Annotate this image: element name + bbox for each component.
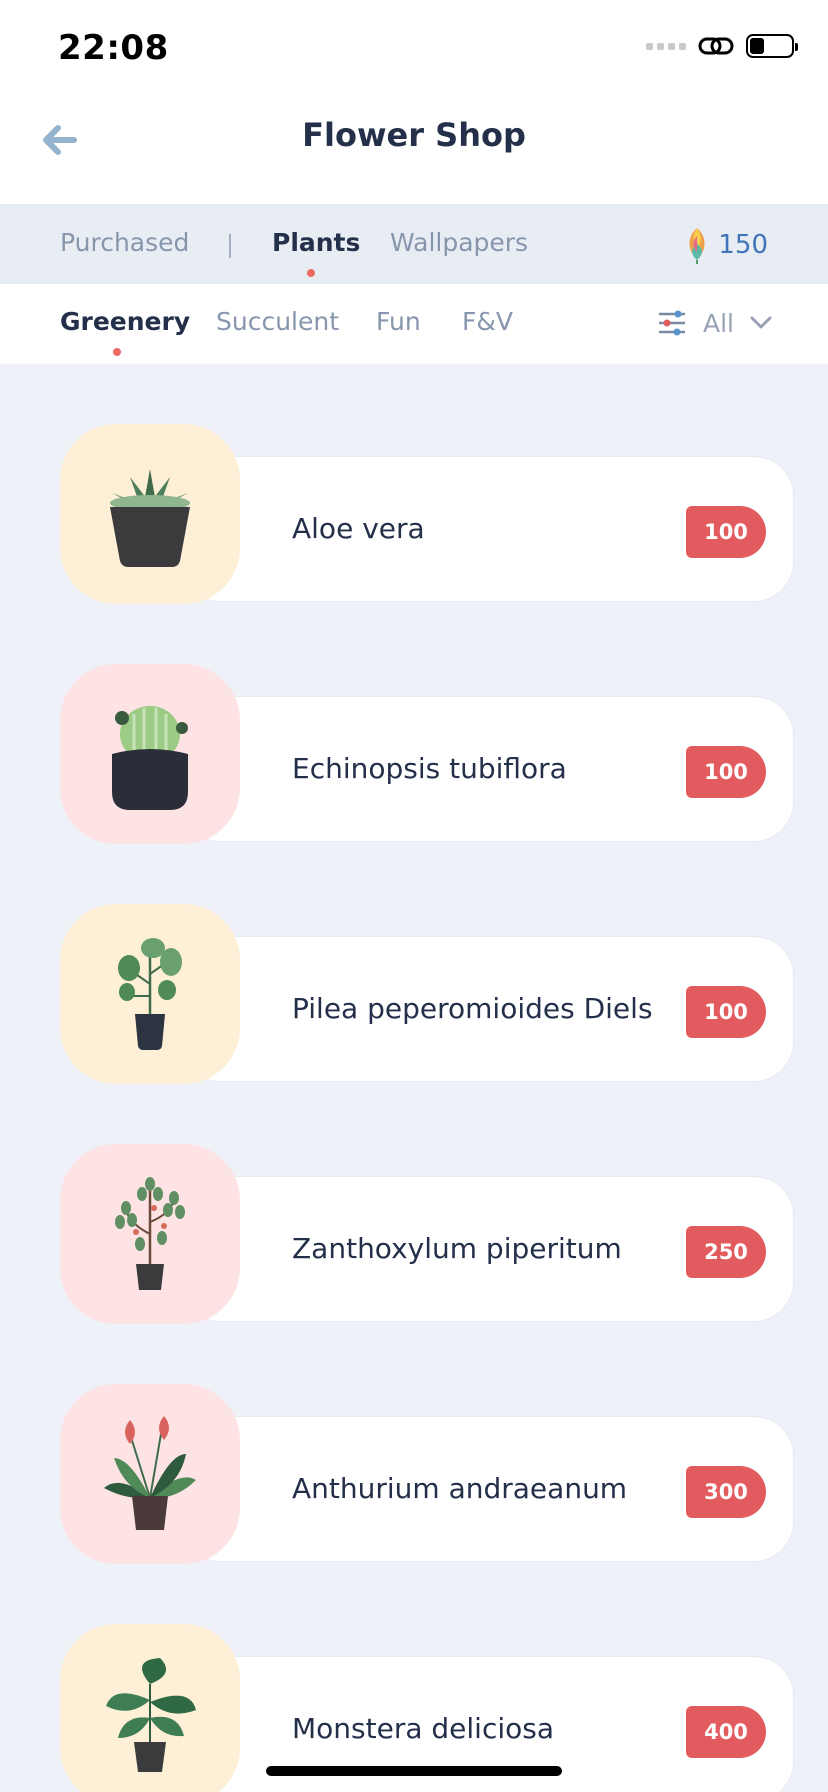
price-badge[interactable]: 100 [686, 506, 766, 558]
tab-purchased[interactable]: Purchased [60, 228, 189, 257]
plant-name: Aloe vera [292, 512, 425, 545]
clock: 22:08 [58, 28, 169, 68]
price-badge[interactable]: 100 [686, 986, 766, 1038]
active-category-indicator [113, 348, 121, 356]
plant-thumbnail [60, 904, 240, 1084]
battery-icon [746, 34, 798, 58]
tab-plants[interactable]: Plants [272, 228, 360, 257]
home-indicator[interactable] [266, 1766, 562, 1776]
plant-card-echinopsis[interactable]: Echinopsis tubiflora 100 [60, 664, 794, 844]
sliders-icon [659, 310, 685, 336]
coin-balance: 150 [684, 226, 768, 264]
link-icon [698, 37, 734, 55]
plant-name: Zanthoxylum piperitum [292, 1232, 622, 1265]
shop-tabs: Purchased Plants Wallpapers 150 [0, 204, 828, 284]
plant-name: Monstera deliciosa [292, 1712, 555, 1745]
pilea-icon [118, 938, 182, 1050]
plant-card-aloe-vera[interactable]: Aloe vera 100 [60, 424, 794, 604]
monstera-icon [106, 1658, 196, 1772]
tab-divider [229, 234, 231, 258]
plant-card-zanthoxylum[interactable]: Zanthoxylum piperitum 250 [60, 1144, 794, 1324]
filter-selected: All [703, 308, 734, 338]
plant-name: Echinopsis tubiflora [292, 752, 567, 785]
category-fun[interactable]: Fun [376, 307, 421, 336]
plant-name: Pilea peperomioides Diels [292, 992, 653, 1025]
signal-icon [646, 42, 686, 50]
leaf-coin-icon [689, 228, 705, 264]
plant-thumbnail [60, 1384, 240, 1564]
chevron-down-icon [750, 316, 772, 329]
price-badge[interactable]: 250 [686, 1226, 766, 1278]
price-badge[interactable]: 100 [686, 746, 766, 798]
coin-count: 150 [718, 230, 768, 260]
aloe-vera-icon [110, 469, 190, 567]
status-bar: 22:08 [0, 0, 828, 92]
plant-card-anthurium[interactable]: Anthurium andraeanum 300 [60, 1384, 794, 1564]
category-succulent[interactable]: Succulent [216, 307, 339, 336]
status-icons [646, 34, 798, 58]
category-fv[interactable]: F&V [462, 307, 513, 336]
plant-thumbnail [60, 1144, 240, 1324]
category-filter-bar: Greenery Succulent Fun F&V All [0, 284, 828, 364]
plant-thumbnail [60, 424, 240, 604]
nav-bar: Flower Shop [0, 92, 828, 204]
active-tab-indicator [307, 269, 315, 277]
tab-wallpapers[interactable]: Wallpapers [390, 228, 528, 257]
anthurium-icon [104, 1416, 196, 1530]
plant-name: Anthurium andraeanum [292, 1472, 628, 1505]
plant-thumbnail [60, 664, 240, 844]
category-greenery[interactable]: Greenery [60, 307, 190, 336]
cactus-icon [112, 706, 188, 810]
page-title: Flower Shop [302, 116, 526, 154]
zanthoxylum-icon [115, 1177, 185, 1290]
price-badge[interactable]: 400 [686, 1706, 766, 1758]
price-badge[interactable]: 300 [686, 1466, 766, 1518]
plant-thumbnail [60, 1624, 240, 1792]
filter-dropdown[interactable]: All [657, 308, 772, 338]
plant-card-pilea[interactable]: Pilea peperomioides Diels 100 [60, 904, 794, 1084]
